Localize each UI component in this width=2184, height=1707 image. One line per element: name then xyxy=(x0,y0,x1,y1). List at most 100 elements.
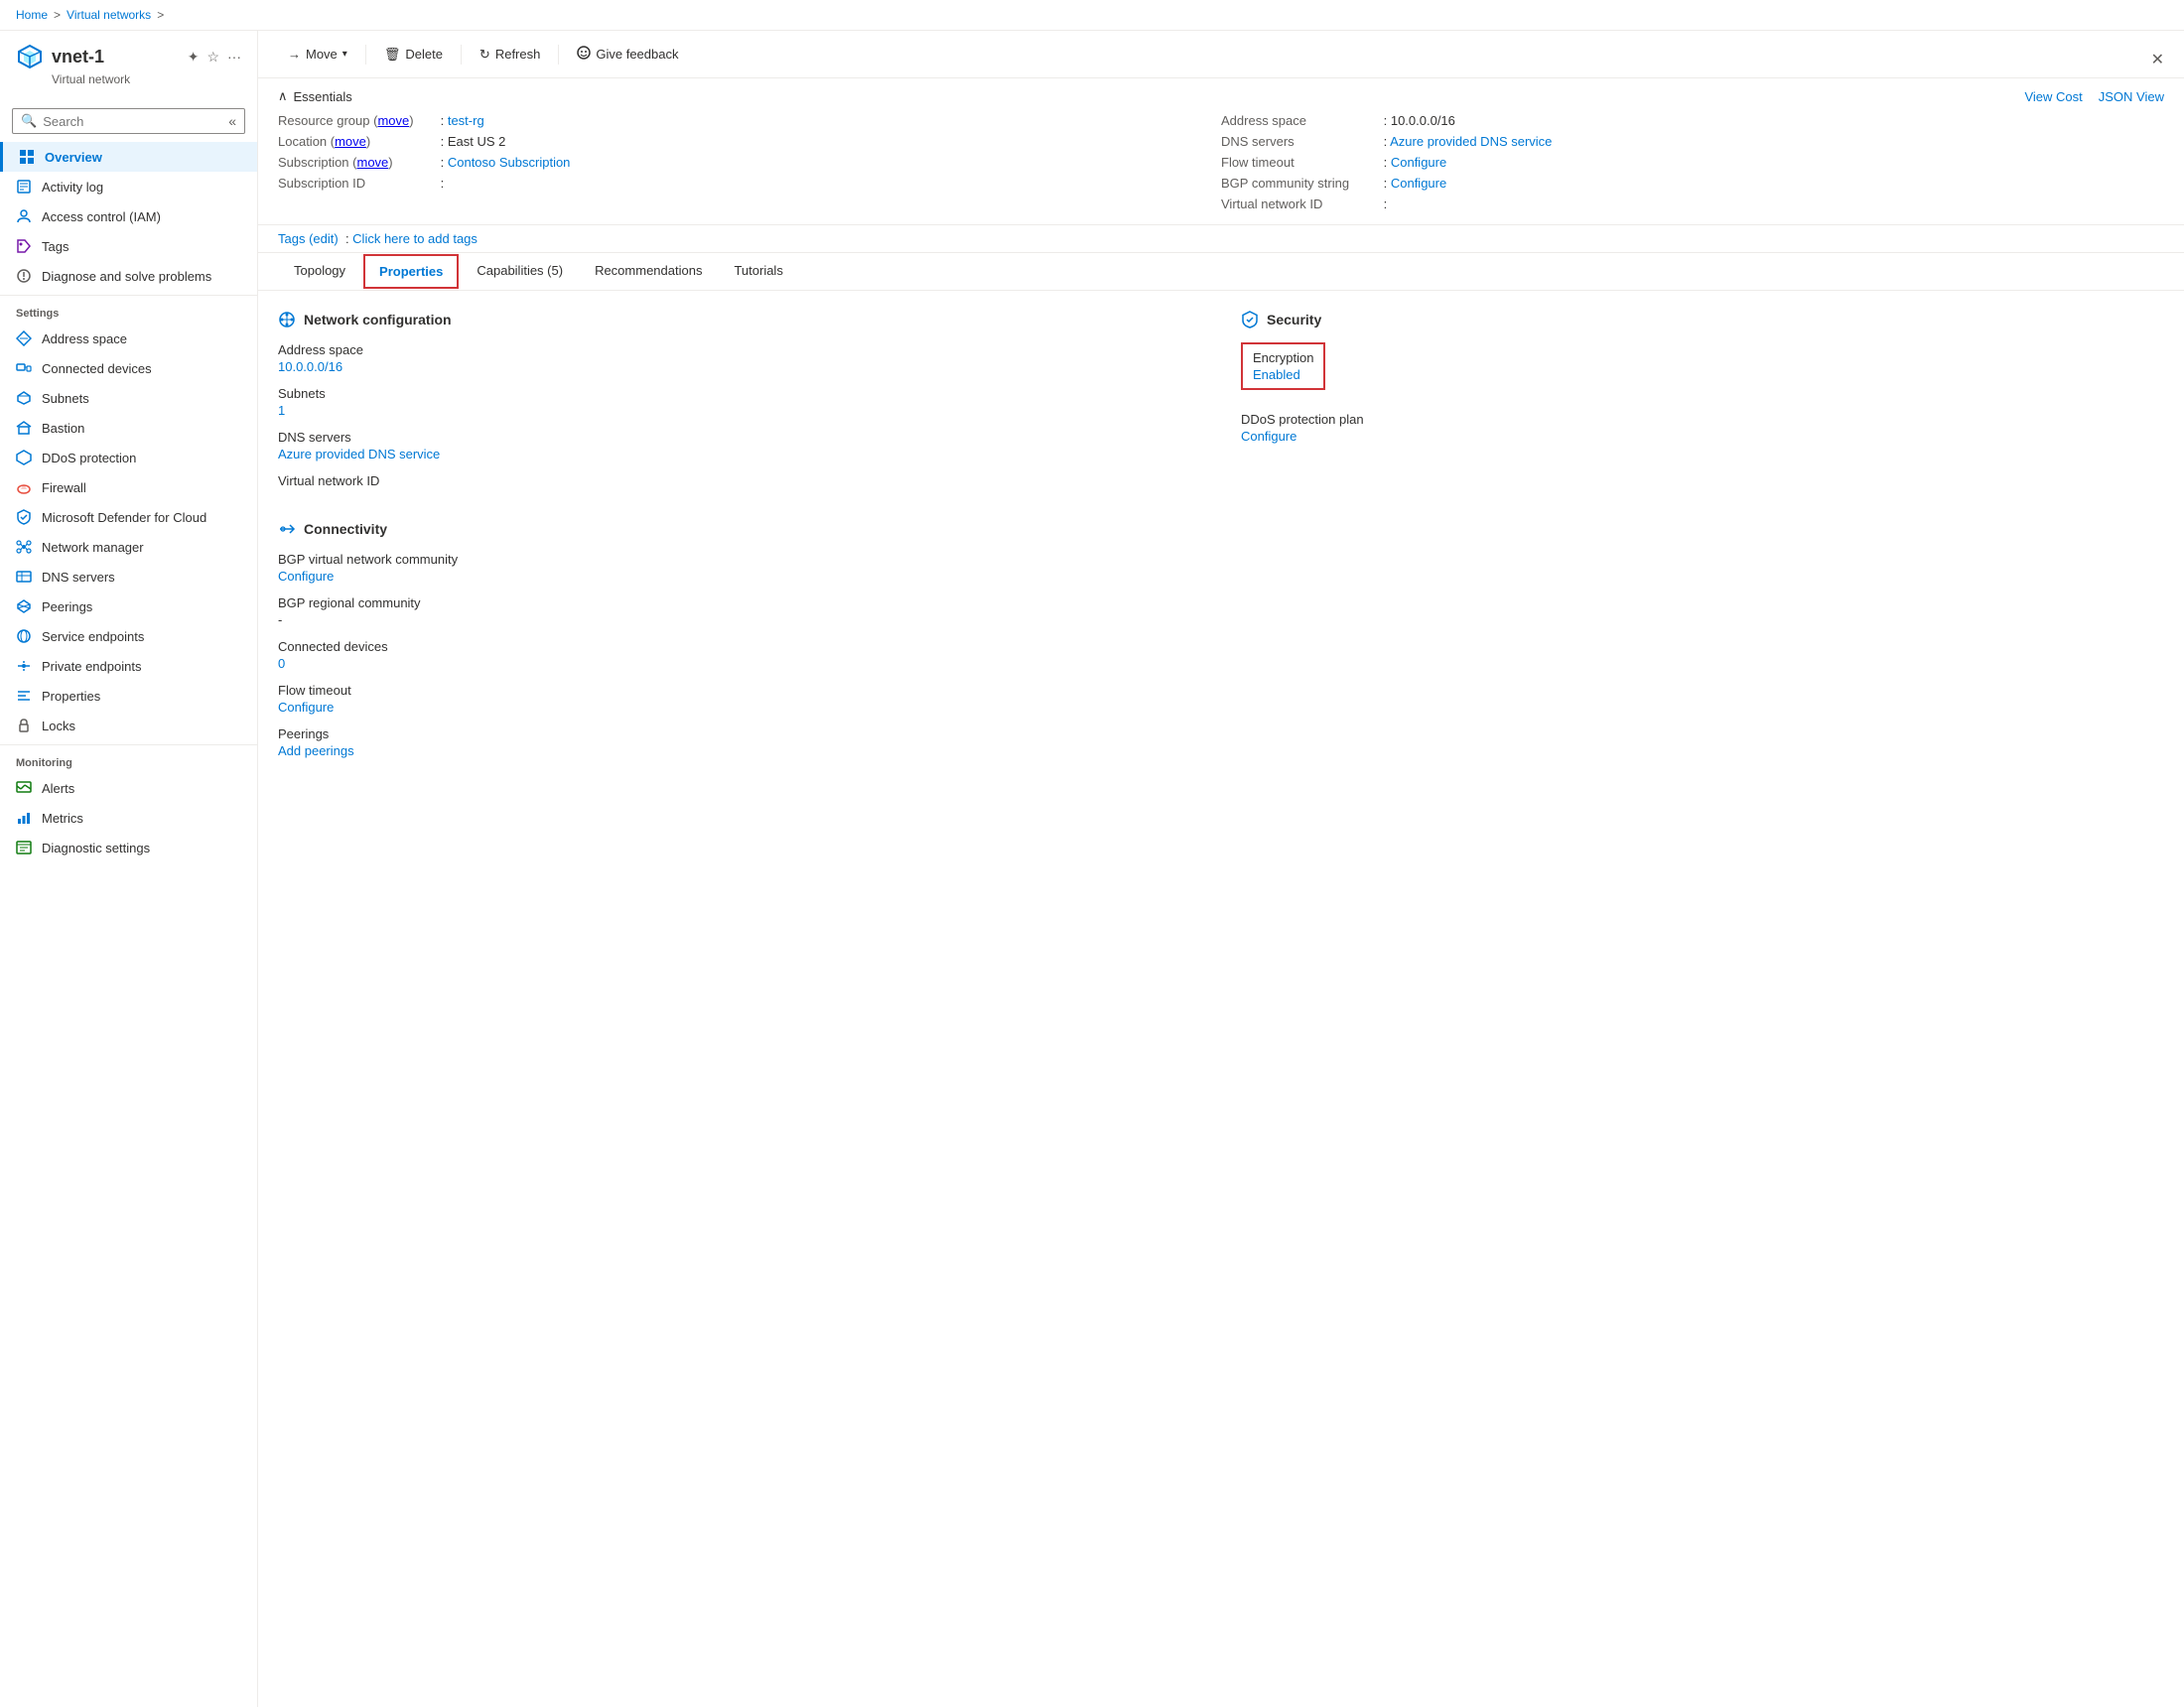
tags-icon xyxy=(16,238,32,254)
sidebar-item-service-endpoints[interactable]: Service endpoints xyxy=(0,621,257,651)
connected-devices-link[interactable]: 0 xyxy=(278,656,285,671)
network-mgr-icon xyxy=(16,539,32,555)
chevron-up-icon: ∧ xyxy=(278,88,288,104)
refresh-button[interactable]: ↻ Refresh xyxy=(470,42,550,67)
dns-value[interactable]: Azure provided DNS service xyxy=(1390,134,1552,149)
feedback-button[interactable]: Give feedback xyxy=(567,41,688,67)
ddos-configure-link[interactable]: Configure xyxy=(1241,429,1297,444)
move-icon: → xyxy=(288,47,301,62)
properties-icon xyxy=(16,688,32,704)
bgp-configure[interactable]: Configure xyxy=(1391,176,1446,191)
toolbar-sep-1 xyxy=(365,45,366,65)
sidebar-item-properties[interactable]: Properties xyxy=(0,681,257,711)
sidebar-item-diag-settings[interactable]: Diagnostic settings xyxy=(0,833,257,862)
network-config-icon xyxy=(278,311,296,328)
flow-timeout-configure[interactable]: Configure xyxy=(278,700,334,715)
address-icon xyxy=(16,330,32,346)
sidebar-label-iam: Access control (IAM) xyxy=(42,209,161,224)
alerts-icon xyxy=(16,780,32,796)
network-config-heading: Network configuration xyxy=(278,311,1181,328)
peerings-icon xyxy=(16,598,32,614)
security-heading: Security xyxy=(1241,311,2164,328)
sidebar-item-connected-devices[interactable]: Connected devices xyxy=(0,353,257,383)
prop-vnet-id: Virtual network ID xyxy=(278,473,1181,488)
delete-icon: 🗑 xyxy=(384,47,401,63)
defender-icon xyxy=(16,509,32,525)
tabs-bar: Topology Properties Capabilities (5) Rec… xyxy=(258,253,2184,291)
sidebar-item-network-mgr[interactable]: Network manager xyxy=(0,532,257,562)
sidebar-label-firewall: Firewall xyxy=(42,480,86,495)
prop-ddos-plan: DDoS protection plan Configure xyxy=(1241,412,2164,444)
tab-topology[interactable]: Topology xyxy=(278,253,361,290)
sidebar-item-ddos[interactable]: DDoS protection xyxy=(0,443,257,472)
security-title: Security xyxy=(1267,312,1321,328)
tab-tutorials[interactable]: Tutorials xyxy=(718,253,798,290)
delete-button[interactable]: 🗑 Delete xyxy=(374,42,453,67)
view-cost-link[interactable]: View Cost xyxy=(2024,89,2082,104)
rg-move-link[interactable]: move xyxy=(377,113,409,128)
sidebar-item-iam[interactable]: Access control (IAM) xyxy=(0,201,257,231)
sidebar-item-locks[interactable]: Locks xyxy=(0,711,257,740)
sidebar-item-activity-log[interactable]: Activity log xyxy=(0,172,257,201)
connected-devices-icon xyxy=(16,360,32,376)
search-input[interactable] xyxy=(43,114,222,129)
essentials-left: Resource group (move) : test-rg Location… xyxy=(278,110,1221,214)
essentials-links: View Cost JSON View xyxy=(2024,89,2164,104)
pin-icon[interactable]: ✦ xyxy=(188,49,200,66)
bgp-community-configure[interactable]: Configure xyxy=(278,569,334,584)
feedback-icon xyxy=(577,46,591,63)
essentials-rg-row: Resource group (move) : test-rg xyxy=(278,110,1221,131)
star-icon[interactable]: ☆ xyxy=(206,49,219,66)
tags-edit-link[interactable]: Tags (edit) xyxy=(278,231,339,246)
sidebar-label-properties: Properties xyxy=(42,689,100,704)
tab-capabilities[interactable]: Capabilities (5) xyxy=(461,253,579,290)
sidebar-item-bastion[interactable]: Bastion xyxy=(0,413,257,443)
subnets-link[interactable]: 1 xyxy=(278,403,285,418)
location-move-link[interactable]: move xyxy=(335,134,366,149)
address-space-link[interactable]: 10.0.0.0/16 xyxy=(278,359,342,374)
sidebar-label-metrics: Metrics xyxy=(42,811,83,826)
close-button[interactable]: ✕ xyxy=(2151,50,2164,69)
sidebar-label-network-mgr: Network manager xyxy=(42,540,144,555)
collapse-icon[interactable]: « xyxy=(228,113,236,129)
diag-settings-icon xyxy=(16,840,32,855)
prop-subnets: Subnets 1 xyxy=(278,386,1181,418)
sidebar-item-metrics[interactable]: Metrics xyxy=(0,803,257,833)
sidebar-item-defender[interactable]: Microsoft Defender for Cloud xyxy=(0,502,257,532)
sidebar-item-diagnose[interactable]: Diagnose and solve problems xyxy=(0,261,257,291)
sidebar-label-locks: Locks xyxy=(42,719,75,733)
sidebar-item-dns[interactable]: DNS servers xyxy=(0,562,257,591)
prop-dns-servers: DNS servers Azure provided DNS service xyxy=(278,430,1181,461)
sidebar-item-tags[interactable]: Tags xyxy=(0,231,257,261)
tab-properties[interactable]: Properties xyxy=(363,254,459,289)
tab-recommendations[interactable]: Recommendations xyxy=(579,253,718,290)
sub-value[interactable]: Contoso Subscription xyxy=(448,155,571,170)
sidebar-label-bastion: Bastion xyxy=(42,421,84,436)
sidebar-item-firewall[interactable]: Firewall xyxy=(0,472,257,502)
sidebar-item-alerts[interactable]: Alerts xyxy=(0,773,257,803)
sidebar-label-address: Address space xyxy=(42,331,127,346)
more-icon[interactable]: ··· xyxy=(227,49,241,66)
tags-add-link[interactable]: Click here to add tags xyxy=(352,231,478,246)
sidebar-item-address-space[interactable]: Address space xyxy=(0,324,257,353)
sidebar-item-private-endpoints[interactable]: Private endpoints xyxy=(0,651,257,681)
add-peerings-link[interactable]: Add peerings xyxy=(278,743,354,758)
essentials-title[interactable]: ∧ Essentials xyxy=(278,88,352,104)
sub-move-link[interactable]: move xyxy=(356,155,388,170)
sidebar-item-overview[interactable]: Overview xyxy=(0,142,257,172)
dns-servers-link[interactable]: Azure provided DNS service xyxy=(278,447,440,461)
sidebar-item-peerings[interactable]: Peerings xyxy=(0,591,257,621)
encryption-link[interactable]: Enabled xyxy=(1253,367,1300,382)
essentials-subscription-row: Subscription (move) : Contoso Subscripti… xyxy=(278,152,1221,173)
flow-configure[interactable]: Configure xyxy=(1391,155,1446,170)
network-config-section: Network configuration Address space 10.0… xyxy=(278,311,1221,500)
move-button[interactable]: → Move ▾ xyxy=(278,42,357,66)
settings-section-label: Settings xyxy=(0,295,257,324)
resource-name: vnet-1 xyxy=(52,47,104,67)
sidebar-item-subnets[interactable]: Subnets xyxy=(0,383,257,413)
json-view-link[interactable]: JSON View xyxy=(2099,89,2164,104)
breadcrumb-virtual-networks[interactable]: Virtual networks xyxy=(67,8,151,22)
breadcrumb-home[interactable]: Home xyxy=(16,8,48,22)
sidebar-label-overview: Overview xyxy=(45,150,102,165)
rg-value[interactable]: test-rg xyxy=(448,113,484,128)
